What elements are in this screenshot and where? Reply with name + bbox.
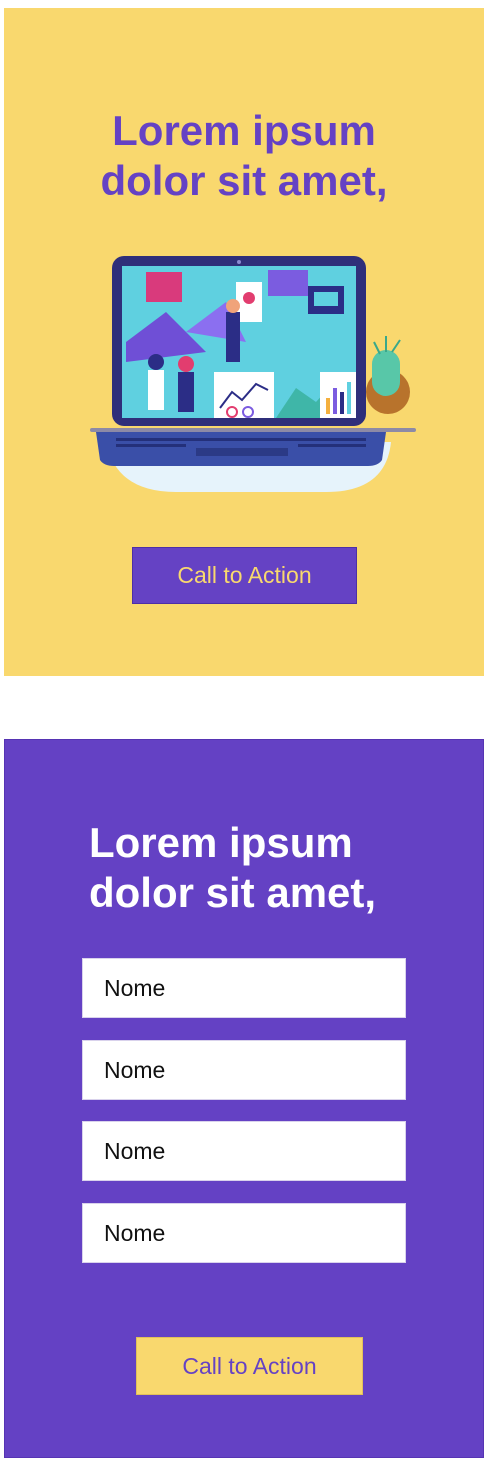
hero-headline-line1: Lorem ipsum	[112, 107, 376, 154]
name-field-4[interactable]: Nome	[82, 1203, 406, 1263]
name-field-1-placeholder: Nome	[104, 974, 166, 1001]
form-section: Lorem ipsum dolor sit amet, Nome Nome No…	[4, 739, 484, 1458]
name-field-2[interactable]: Nome	[82, 1040, 406, 1100]
form-cta-button[interactable]: Call to Action	[136, 1337, 363, 1395]
hero-section: Lorem ipsum dolor sit amet, Call to Acti…	[4, 8, 484, 676]
hero-headline: Lorem ipsum dolor sit amet,	[4, 106, 484, 206]
name-field-3-placeholder: Nome	[104, 1137, 166, 1164]
form-headline-line1: Lorem ipsum	[89, 819, 353, 866]
hero-headline-line2: dolor sit amet,	[100, 157, 388, 204]
name-field-3[interactable]: Nome	[82, 1121, 406, 1181]
name-field-1[interactable]: Nome	[82, 958, 406, 1018]
name-field-4-placeholder: Nome	[104, 1219, 166, 1246]
form-headline-line2: dolor sit amet,	[89, 869, 377, 916]
laptop-illustration-icon	[90, 256, 416, 492]
hero-cta-button[interactable]: Call to Action	[132, 547, 357, 604]
name-field-2-placeholder: Nome	[104, 1056, 166, 1083]
form-headline: Lorem ipsum dolor sit amet,	[89, 818, 449, 918]
